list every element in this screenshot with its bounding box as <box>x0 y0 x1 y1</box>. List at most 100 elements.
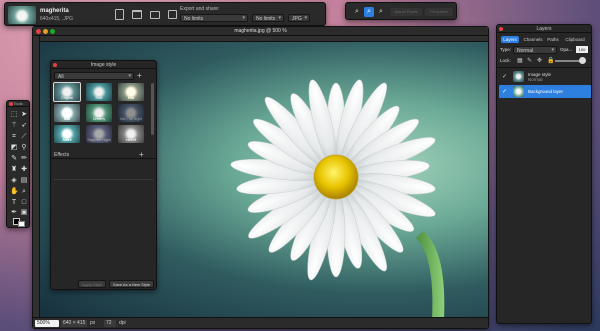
save-new-style-button[interactable]: Save As a New Style <box>109 280 154 288</box>
visibility-check-icon[interactable]: ✓ <box>502 88 507 95</box>
top-toolbar: magherita 640x415, .JPG Export and share… <box>4 2 326 26</box>
opacity-label: Opa... <box>560 47 573 52</box>
zoom-field[interactable]: 500% <box>35 320 59 327</box>
file-meta: 640x415, .JPG <box>40 16 74 22</box>
style-thumb-label: Into The Night <box>120 117 142 121</box>
layer-row-background[interactable]: ✓ Background layer <box>499 85 591 98</box>
share-icon[interactable] <box>168 10 177 19</box>
visibility-check-icon[interactable]: ✓ <box>502 73 507 80</box>
marquee-tool-icon[interactable]: ⬚ <box>10 111 18 119</box>
layers-panel: Layers Layers Channels Paths Clipboard T… <box>496 24 592 324</box>
document-title: magherita.jpg @ 500 % <box>33 27 488 36</box>
magic-wand-icon[interactable]: ⚚ <box>10 122 18 130</box>
export-mode-select[interactable]: No limits <box>180 14 248 22</box>
lock-all-icon[interactable]: 🔒 <box>547 57 554 64</box>
window-close-icon[interactable] <box>36 29 41 34</box>
dpi-label: dpi <box>119 320 126 326</box>
stamp-tool-icon[interactable]: ♜ <box>10 166 18 174</box>
bucket-tool-icon[interactable]: ◈ <box>10 177 18 185</box>
hand-tool-icon[interactable]: ✋ <box>10 188 19 196</box>
file-name: magherita <box>40 8 69 14</box>
zoom-toolbar: ⌕ ⌕ ⌕ Actual Pixels Fit screen <box>345 2 457 20</box>
dropper-tool-icon[interactable]: ⚲ <box>20 144 28 152</box>
layer-thumbnail <box>513 71 524 82</box>
layer-name: Background layer <box>528 89 564 94</box>
style-thumb-label: Adore <box>62 138 72 142</box>
lasso-tool-icon[interactable]: ➶ <box>20 122 28 130</box>
style-thumb[interactable]: Bold <box>86 83 112 101</box>
style-thumb[interactable]: Original <box>53 82 81 102</box>
pen-tool-icon[interactable]: ✒ <box>10 209 18 217</box>
zoom-icon[interactable]: ⌕ <box>352 7 362 17</box>
eraser-tool-icon[interactable]: ◩ <box>10 144 18 152</box>
blend-mode-select[interactable]: Normal <box>513 46 557 54</box>
status-bar: 500% 640 × 415 px 72 dpi <box>33 317 488 328</box>
style-filter-select[interactable]: All <box>54 72 134 80</box>
layers-title: Layers <box>497 25 591 33</box>
export-label: Export and share: <box>180 6 220 12</box>
blend-type-label: Type: <box>500 47 512 52</box>
divider <box>497 67 591 68</box>
zoom-out-icon[interactable]: ⌕ <box>376 7 386 17</box>
effects-divider <box>51 158 156 159</box>
dpi-field[interactable]: 72 <box>104 320 116 327</box>
style-thumb-label: Bold <box>95 96 103 100</box>
text-tool-icon[interactable]: T <box>10 199 18 207</box>
style-thumb[interactable]: Kiss <box>118 83 144 101</box>
slice-tool-icon[interactable]: ⟋ <box>20 133 28 141</box>
window-zoom-icon[interactable] <box>50 29 55 34</box>
style-thumb[interactable]: Soft <box>54 104 80 122</box>
shape-tool-icon[interactable]: □ <box>20 199 28 207</box>
new-document-icon[interactable] <box>115 9 124 20</box>
open-folder-icon[interactable] <box>132 10 142 19</box>
opacity-slider[interactable] <box>555 60 581 62</box>
image-style-panel: Image style All + Effects + Apply Style … <box>50 60 157 290</box>
lock-move-icon[interactable]: ✥ <box>537 57 542 64</box>
lock-pixels-icon[interactable]: ▦ <box>517 57 523 64</box>
magnify-tool-icon[interactable]: ⌕ <box>20 188 28 196</box>
document-thumbnail[interactable] <box>8 6 36 24</box>
export-size-select[interactable]: No limits <box>252 14 284 22</box>
print-icon[interactable] <box>150 11 160 19</box>
tab-layers[interactable]: Layers <box>501 36 519 43</box>
close-icon[interactable] <box>53 63 57 67</box>
close-icon[interactable] <box>9 102 13 106</box>
style-thumb[interactable]: Into The Night <box>118 104 144 122</box>
image-style-title: Image style <box>51 61 156 69</box>
layer-blend: Normal <box>528 77 543 82</box>
apply-style-button[interactable]: Apply Style <box>78 280 106 288</box>
opacity-field[interactable]: 100 <box>576 46 588 53</box>
brush-tool-icon[interactable]: ✎ <box>10 155 18 163</box>
zoom-in-icon[interactable]: ⌕ <box>364 7 374 17</box>
layer-row-image-style[interactable]: ✓ Image style Normal <box>499 70 591 83</box>
image-tool-icon[interactable]: ▣ <box>20 209 28 217</box>
heal-tool-icon[interactable]: ✚ <box>20 166 28 174</box>
move-tool-icon[interactable]: ➤ <box>20 111 28 119</box>
background-color-swatch[interactable] <box>18 221 25 227</box>
tab-clipboard[interactable]: Clipboard <box>563 36 587 43</box>
style-thumb[interactable]: Adore <box>54 125 80 143</box>
tab-paths[interactable]: Paths <box>546 36 560 43</box>
crop-tool-icon[interactable]: ⌗ <box>10 133 18 141</box>
style-thumb[interactable]: Dreamy <box>86 104 112 122</box>
actual-pixels-button[interactable]: Actual Pixels <box>390 8 422 16</box>
close-icon[interactable] <box>499 27 503 31</box>
size-field[interactable]: 640 × 415 <box>61 320 87 327</box>
pencil-tool-icon[interactable]: ✏ <box>20 155 28 163</box>
window-minimize-icon[interactable] <box>43 29 48 34</box>
opacity-slider-handle[interactable] <box>579 57 586 64</box>
style-thumb[interactable]: Inkwell <box>118 125 144 143</box>
add-style-icon[interactable]: + <box>137 71 142 80</box>
effects-separator <box>54 179 153 180</box>
style-scrollbar[interactable] <box>151 83 154 135</box>
lock-brush-icon[interactable]: ✎ <box>527 57 532 64</box>
style-thumb-label: Dreamy <box>92 117 106 121</box>
style-thumb[interactable]: Sapphire Night <box>86 125 112 143</box>
tab-channels[interactable]: Channels <box>522 36 544 43</box>
lock-label: Lock: <box>500 58 511 63</box>
gradient-tool-icon[interactable]: ▤ <box>20 177 28 185</box>
fit-screen-button[interactable]: Fit screen <box>425 8 453 16</box>
style-thumb-label: Original <box>60 96 74 100</box>
export-format-select[interactable]: JPG <box>288 14 310 22</box>
vertical-ruler[interactable] <box>33 36 40 317</box>
